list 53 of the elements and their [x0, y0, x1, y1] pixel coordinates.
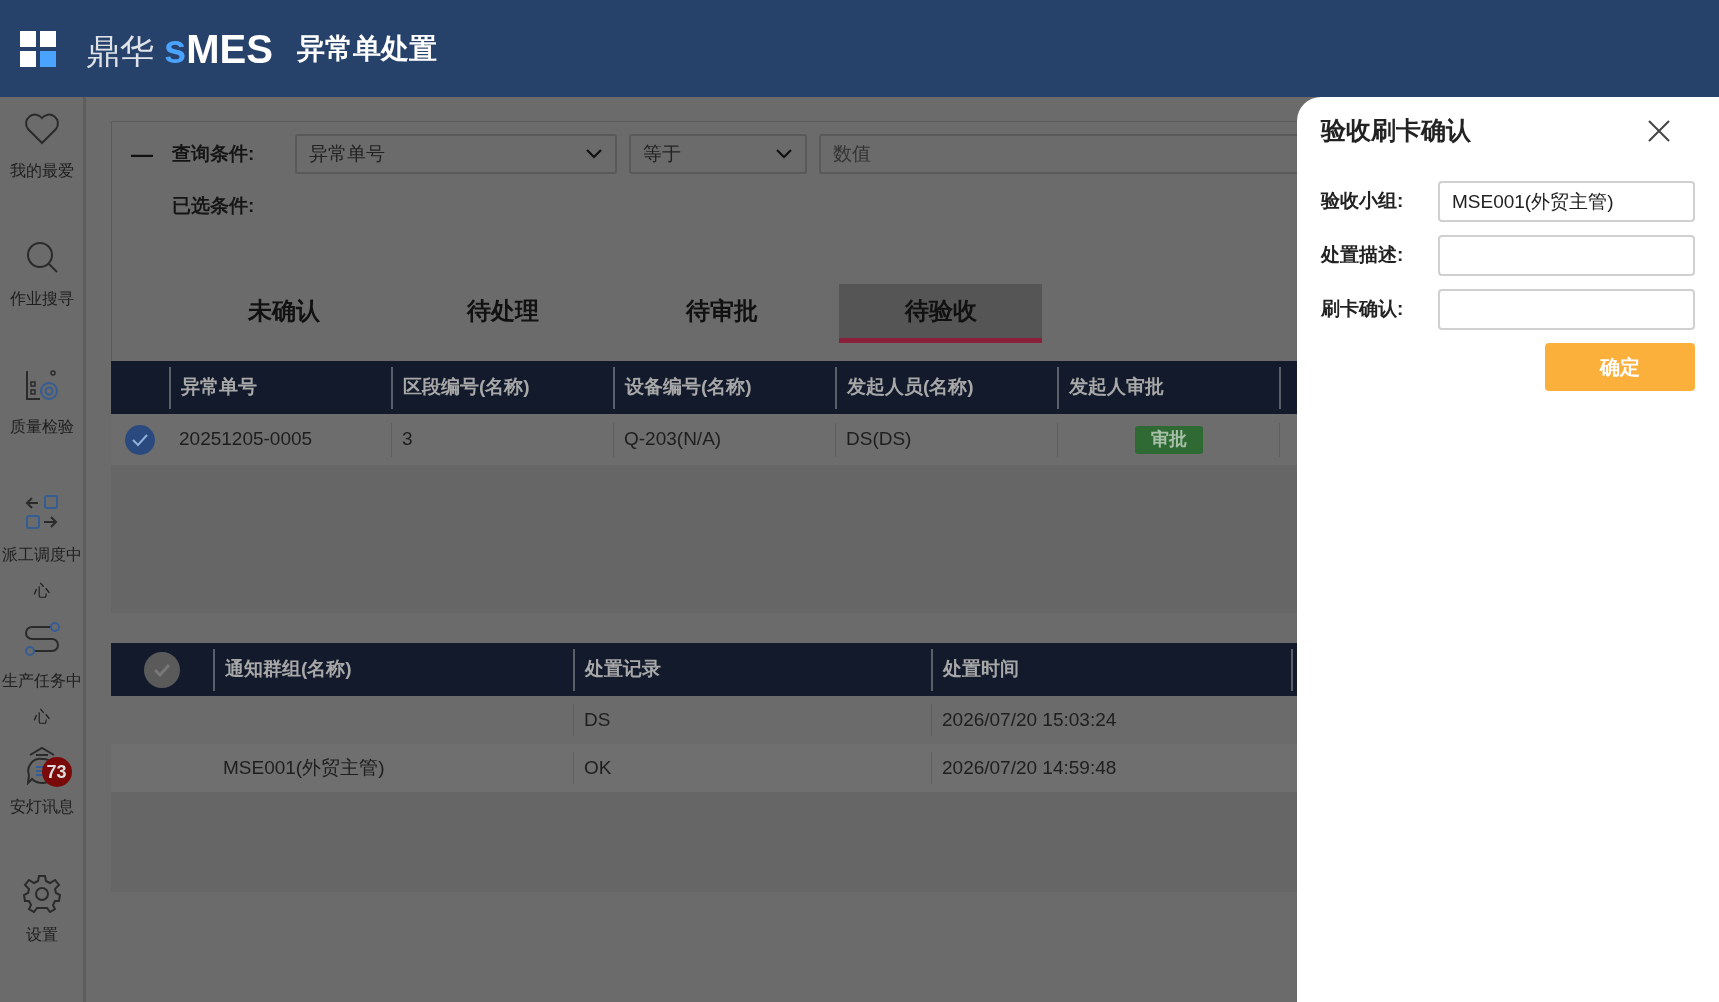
- chevron-down-icon: [775, 148, 793, 160]
- column-header: 发起人审批: [1057, 366, 1279, 409]
- app-grid-icon[interactable]: [20, 30, 56, 67]
- table-cell-text: 2026/07/20 15:03:24: [942, 707, 1117, 732]
- notification-badge: 73: [41, 757, 72, 787]
- text-input[interactable]: [1438, 289, 1695, 330]
- status-tab[interactable]: 未确认: [182, 284, 385, 343]
- operator-dropdown[interactable]: 等于: [629, 134, 807, 174]
- table-cell-text: DS(DS): [846, 427, 912, 452]
- column-header: 设备编号(名称): [613, 366, 835, 409]
- column-header: 异常单号: [169, 366, 391, 409]
- row-checkbox[interactable]: [125, 424, 155, 455]
- column-header: 处置记录: [573, 648, 931, 691]
- query-label: 查询条件:: [172, 141, 256, 166]
- sidebar-item[interactable]: 生产任务中心: [1, 619, 82, 745]
- sidebar-item[interactable]: 作业搜寻: [1, 237, 82, 365]
- table-cell-text: DS: [584, 707, 611, 732]
- table-cell-text: Q-203(N/A): [624, 427, 722, 452]
- table-cell-text: OK: [584, 755, 612, 780]
- page-title: 异常单处置: [296, 31, 437, 66]
- column-header: 发起人员(名称): [835, 366, 1057, 409]
- sidebar-item[interactable]: 质量检验: [1, 365, 82, 493]
- confirm-button[interactable]: 确定: [1545, 343, 1695, 391]
- status-tab[interactable]: 待处理: [401, 284, 604, 343]
- check-icon: [152, 661, 172, 678]
- column-header: 通知群组(名称): [213, 648, 573, 691]
- settings-icon: [21, 873, 62, 913]
- table-cell-text: 20251205-0005: [179, 427, 313, 452]
- field-label: 验收小组:: [1321, 189, 1405, 214]
- approve-button[interactable]: 审批: [1134, 425, 1203, 454]
- table-cell-text: 3: [402, 427, 413, 452]
- table-cell-text: MSE001(外贸主管): [223, 755, 385, 780]
- sidebar-item[interactable]: 派工调度中心: [1, 493, 82, 619]
- check-icon: [131, 432, 149, 447]
- status-tab[interactable]: 待审批: [620, 284, 823, 343]
- selected-conditions-label: 已选条件:: [172, 194, 255, 218]
- sidebar-item[interactable]: 设置: [1, 873, 82, 1001]
- select-all-checkbox[interactable]: [144, 651, 180, 688]
- chevron-down-icon: [585, 148, 603, 160]
- close-icon[interactable]: [1647, 119, 1671, 143]
- column-header: 区段编号(名称): [391, 366, 613, 409]
- table-cell-text: 2026/07/20 14:59:48: [942, 755, 1117, 780]
- text-input[interactable]: [1438, 235, 1695, 276]
- text-input[interactable]: MSE001(外贸主管): [1438, 181, 1695, 222]
- field-label: 刷卡确认:: [1321, 297, 1405, 322]
- field-dropdown[interactable]: 异常单号: [295, 134, 617, 174]
- sidebar-item[interactable]: 73 安灯讯息: [1, 745, 82, 873]
- field-label: 处置描述:: [1321, 243, 1405, 268]
- collapse-button[interactable]: —: [112, 137, 172, 171]
- status-tab[interactable]: 待验收: [839, 284, 1042, 343]
- sidebar-item[interactable]: 我的最爱: [1, 109, 82, 237]
- column-header: 处置时间: [931, 648, 1291, 691]
- app-logo: 鼎华 sMES: [86, 25, 273, 73]
